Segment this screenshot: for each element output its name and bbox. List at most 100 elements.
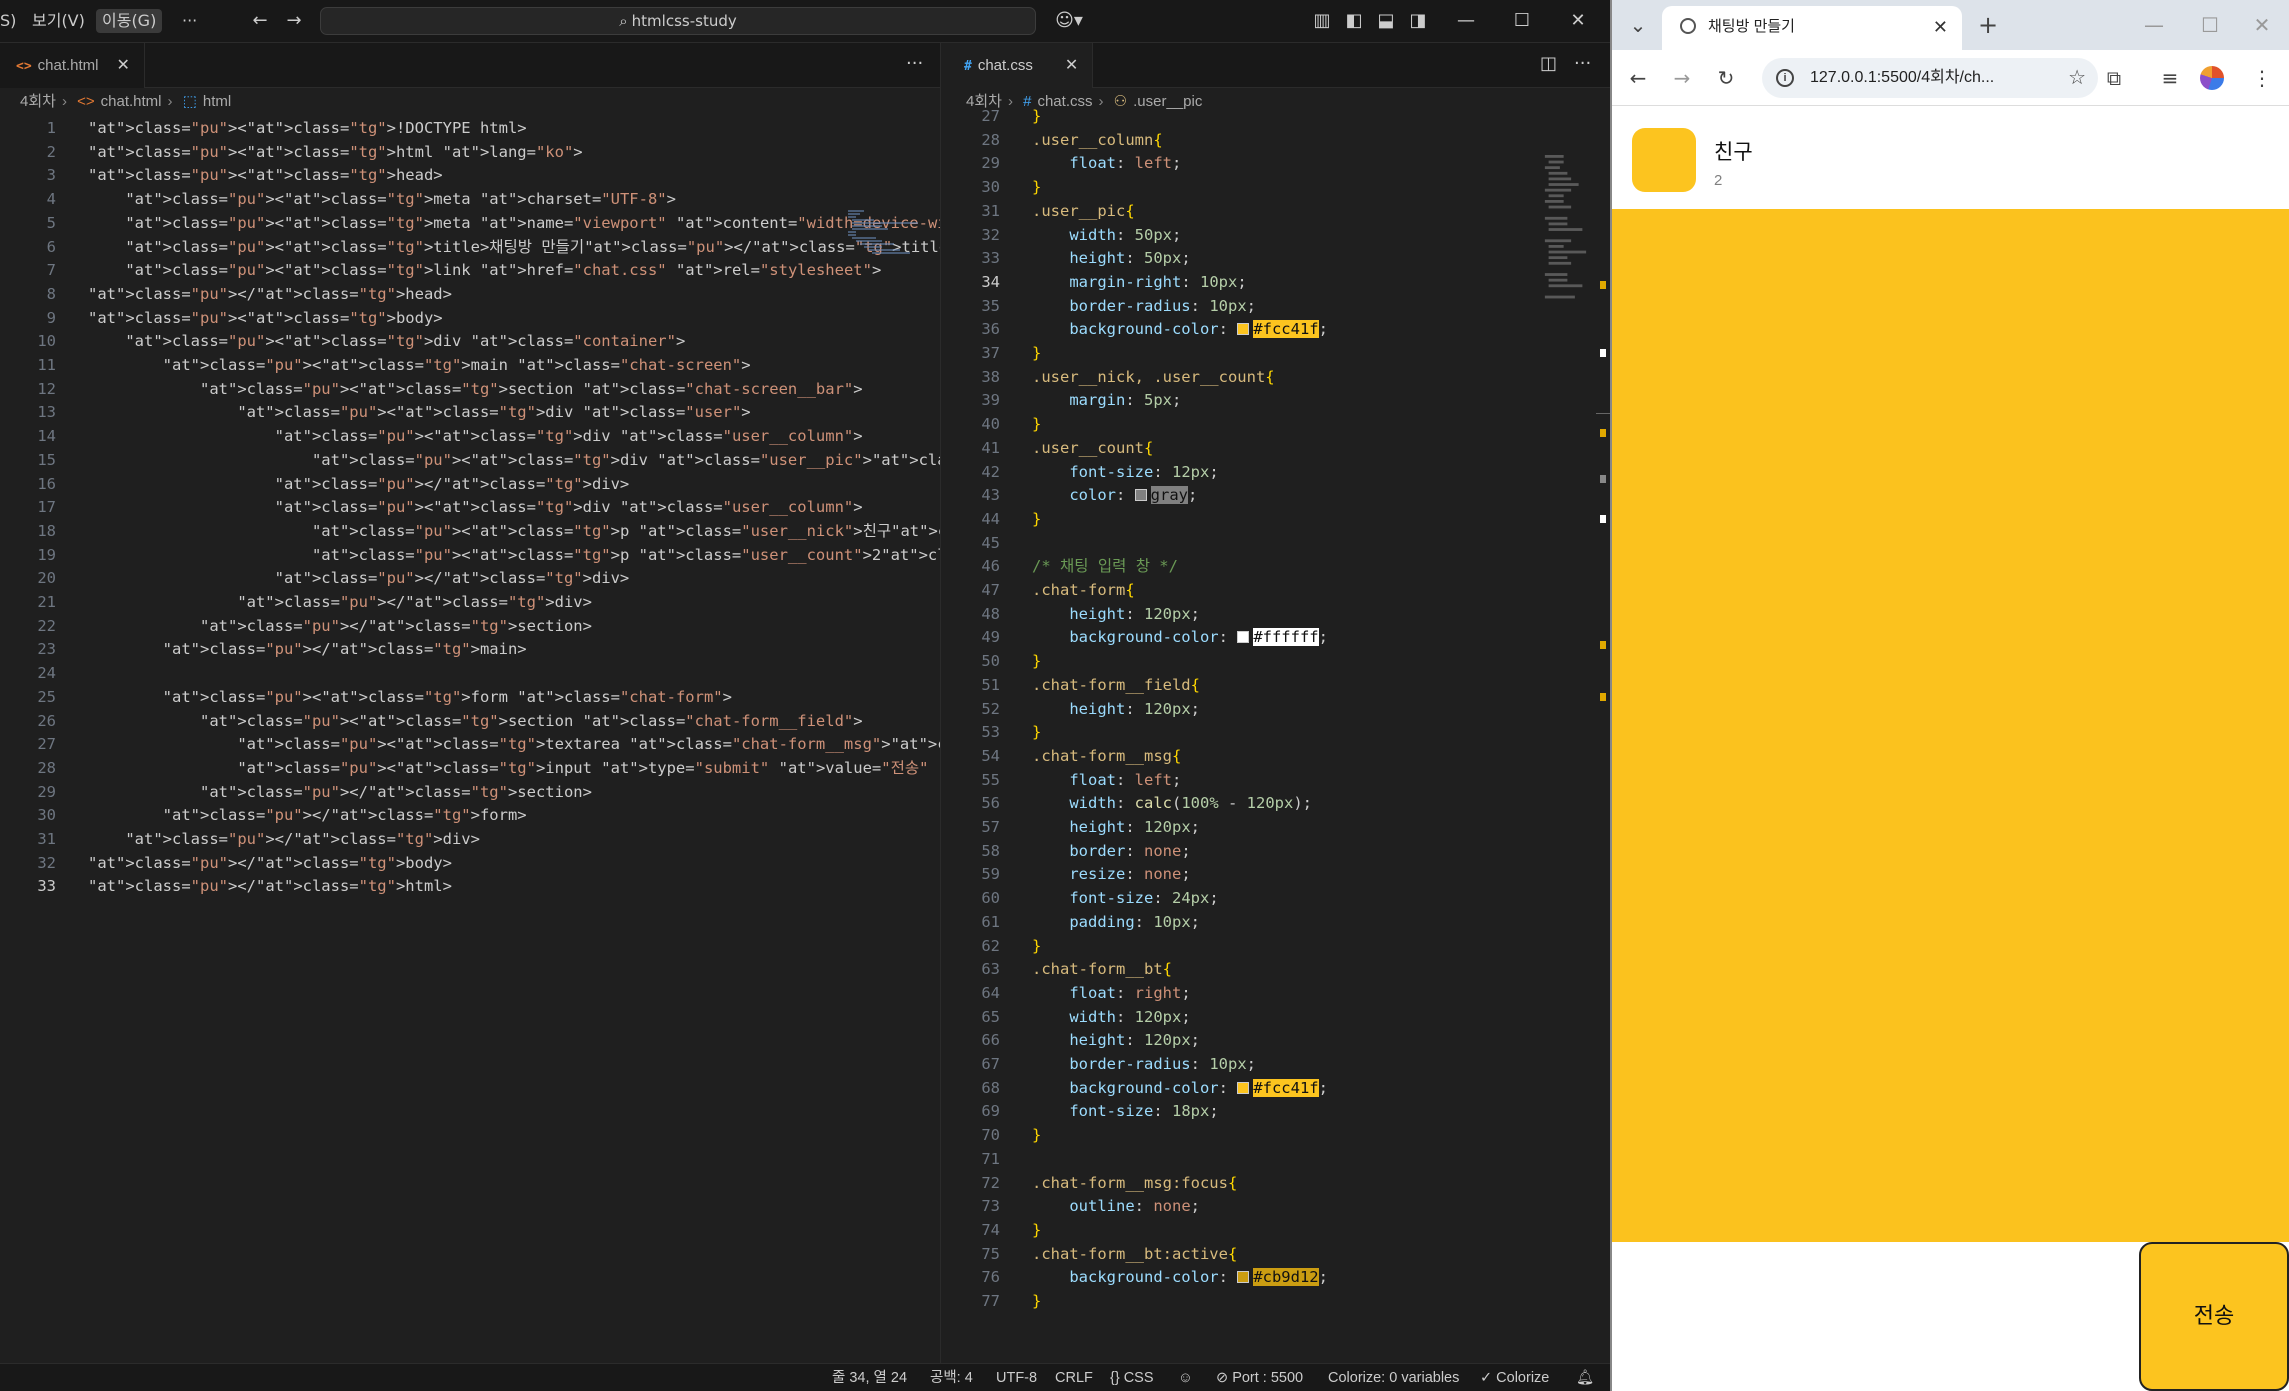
code-text: "at">class="pu"><"at">class="tg">section…	[199, 711, 863, 730]
line-number: 31	[37, 830, 56, 848]
code-text: "at">class="pu"><"at">class="tg">section…	[199, 379, 863, 398]
status-port[interactable]: ⊘ Port : 5500	[1216, 1364, 1303, 1391]
code-text: "at">class="pu"><"at">class="tg">div "at…	[274, 427, 863, 446]
maximize-icon[interactable]: ☐	[1510, 9, 1534, 33]
status-colorize-vars[interactable]: Colorize: 0 variables	[1328, 1364, 1459, 1391]
close-tab-icon[interactable]: ✕	[1933, 6, 1948, 48]
bell-icon[interactable]: 🔔︎	[1576, 1364, 1594, 1391]
code-text: border-radius: 10px;	[1069, 1055, 1256, 1073]
extensions-icon[interactable]: ⧉	[2102, 66, 2126, 90]
scrollbar-overview-ruler[interactable]	[1596, 155, 1610, 1391]
close-tab-icon[interactable]: ✕	[1065, 57, 1078, 74]
send-button[interactable]: 전송	[2139, 1242, 2289, 1391]
more-actions-icon[interactable]: ···	[1574, 53, 1591, 74]
code-text: .user__count{	[1032, 438, 1154, 457]
minimap-left[interactable]	[848, 155, 918, 335]
copilot-status-icon[interactable]: ☺	[1178, 1364, 1193, 1391]
line-number: 35	[981, 296, 1000, 315]
code-text: "at">class="pu"><"at">class="tg">html "a…	[88, 142, 583, 161]
maximize-icon[interactable]: ☐	[2198, 13, 2222, 37]
line-number: 12	[37, 379, 56, 398]
back-arrow-icon[interactable]: ←	[1626, 66, 1650, 90]
back-arrow-icon[interactable]: ←	[248, 9, 272, 33]
bookmark-star-icon[interactable]: ☆	[2068, 58, 2086, 98]
profile-avatar[interactable]	[2200, 66, 2224, 90]
code-text: margin: 5px;	[1069, 391, 1182, 410]
command-center[interactable]: ⌕ htmlcss-study	[320, 7, 1036, 35]
new-tab-icon[interactable]: +	[1976, 13, 2000, 37]
line-number: 5	[46, 213, 56, 232]
toggle-sidebar-icon[interactable]: ◧	[1342, 9, 1366, 33]
status-eol[interactable]: CRLF	[1055, 1364, 1093, 1391]
tab-search-icon[interactable]: ⌄	[1626, 13, 1650, 37]
code-text: .chat-form__msg{	[1032, 746, 1182, 765]
status-indentation[interactable]: 공백: 4	[930, 1364, 973, 1391]
code-text: }	[1032, 178, 1042, 197]
toggle-panel-icon[interactable]: ⬓	[1374, 9, 1398, 33]
browser-tab-bar: ⌄ 채팅방 만들기 ✕ + — ☐ ✕	[1612, 0, 2289, 50]
breadcrumb-symbol[interactable]: html	[203, 93, 231, 110]
copilot-icon[interactable]: ☺▾	[1052, 9, 1086, 33]
breadcrumb-file[interactable]: chat.html	[101, 93, 162, 110]
user-count: 2	[1714, 172, 1723, 189]
code-text: width: 50px;	[1069, 225, 1182, 244]
editor-group-html: <> chat.html ✕ ··· 4회차 › <> chat.html › ⬚ html…	[0, 43, 1292, 1363]
line-number: 67	[981, 1055, 1000, 1073]
menu-more[interactable]: ···	[176, 9, 203, 33]
chevron-right-icon: ›	[1098, 93, 1104, 110]
code-text: .user__pic{	[1032, 201, 1135, 220]
css-file-icon: #	[964, 59, 972, 74]
status-encoding[interactable]: UTF-8	[996, 1364, 1037, 1391]
code-text: background-color: #ffffff;	[1069, 628, 1328, 647]
more-actions-icon[interactable]: ···	[906, 53, 923, 74]
toggle-secondary-sidebar-icon[interactable]: ◨	[1406, 9, 1430, 33]
customize-layout-icon[interactable]: ▥	[1310, 9, 1334, 33]
menu-go[interactable]: 이동(G)	[96, 9, 163, 33]
forward-arrow-icon[interactable]: →	[1670, 66, 1694, 90]
close-window-icon[interactable]: ✕	[2250, 13, 2274, 37]
status-colorize[interactable]: ✓ Colorize	[1480, 1364, 1549, 1391]
browser-tab[interactable]: 채팅방 만들기 ✕	[1662, 6, 1962, 50]
address-bar[interactable]: i 127.0.0.1:5500/4회차/ch... ☆	[1762, 58, 2098, 98]
split-editor-icon[interactable]: ◫	[1540, 53, 1557, 74]
menu-partial[interactable]: S)	[0, 9, 22, 33]
reload-icon[interactable]: ↻	[1714, 66, 1738, 90]
code-text: "at">class="pu"></"at">class="tg">main>	[162, 640, 527, 659]
status-language[interactable]: {} CSS	[1110, 1364, 1154, 1391]
editor-splitter[interactable]	[940, 43, 948, 1363]
line-number: 75	[981, 1244, 1000, 1263]
status-cursor-position[interactable]: 줄 34, 열 24	[832, 1364, 907, 1391]
line-number: 32	[981, 225, 1000, 244]
line-number: 29	[981, 154, 1000, 173]
code-text: "at">class="pu"></"at">class="tg">sectio…	[199, 782, 592, 801]
code-text: "at">class="pu"><"at">class="tg">body>	[88, 308, 443, 327]
site-info-icon[interactable]: i	[1776, 69, 1794, 87]
breadcrumb-symbol[interactable]: .user__pic	[1133, 93, 1202, 110]
chat-message-input[interactable]	[1612, 1242, 2139, 1391]
close-tab-icon[interactable]: ✕	[117, 57, 130, 74]
user-nick: 친구	[1714, 140, 1753, 164]
code-text: height: 50px;	[1069, 249, 1191, 268]
line-number: 37	[981, 344, 1000, 362]
menu-view[interactable]: 보기(V)	[26, 9, 91, 33]
tab-chat-html[interactable]: <> chat.html ✕	[0, 43, 145, 88]
line-number: 27	[981, 107, 1000, 125]
close-window-icon[interactable]: ✕	[1566, 9, 1590, 33]
chat-screen	[1612, 209, 2289, 1242]
globe-icon	[1680, 18, 1696, 34]
forward-arrow-icon[interactable]: →	[282, 9, 306, 33]
code-text: font-size: 24px;	[1069, 889, 1219, 908]
minimize-icon[interactable]: —	[2142, 13, 2166, 37]
editor-group-css: # chat.css ✕ ◫ ··· 4회차 › # chat.css › ⚇ .user_…	[948, 43, 1610, 1363]
media-control-icon[interactable]: ≡	[2158, 66, 2182, 90]
tab-chat-css[interactable]: # chat.css ✕	[948, 43, 1094, 88]
line-number: 77	[981, 1292, 1000, 1310]
code-text: "at">class="pu"><"at">class="tg">head>	[88, 166, 443, 185]
line-number: 43	[981, 486, 1000, 505]
minimize-icon[interactable]: —	[1454, 9, 1478, 33]
breadcrumb-folder[interactable]: 4회차	[20, 93, 56, 110]
line-number: 19	[37, 545, 56, 564]
kebab-menu-icon[interactable]: ⋮	[2252, 66, 2272, 90]
breadcrumb-file[interactable]: chat.css	[1037, 93, 1092, 110]
chat-screen-bar: 친구 2	[1612, 106, 2289, 209]
